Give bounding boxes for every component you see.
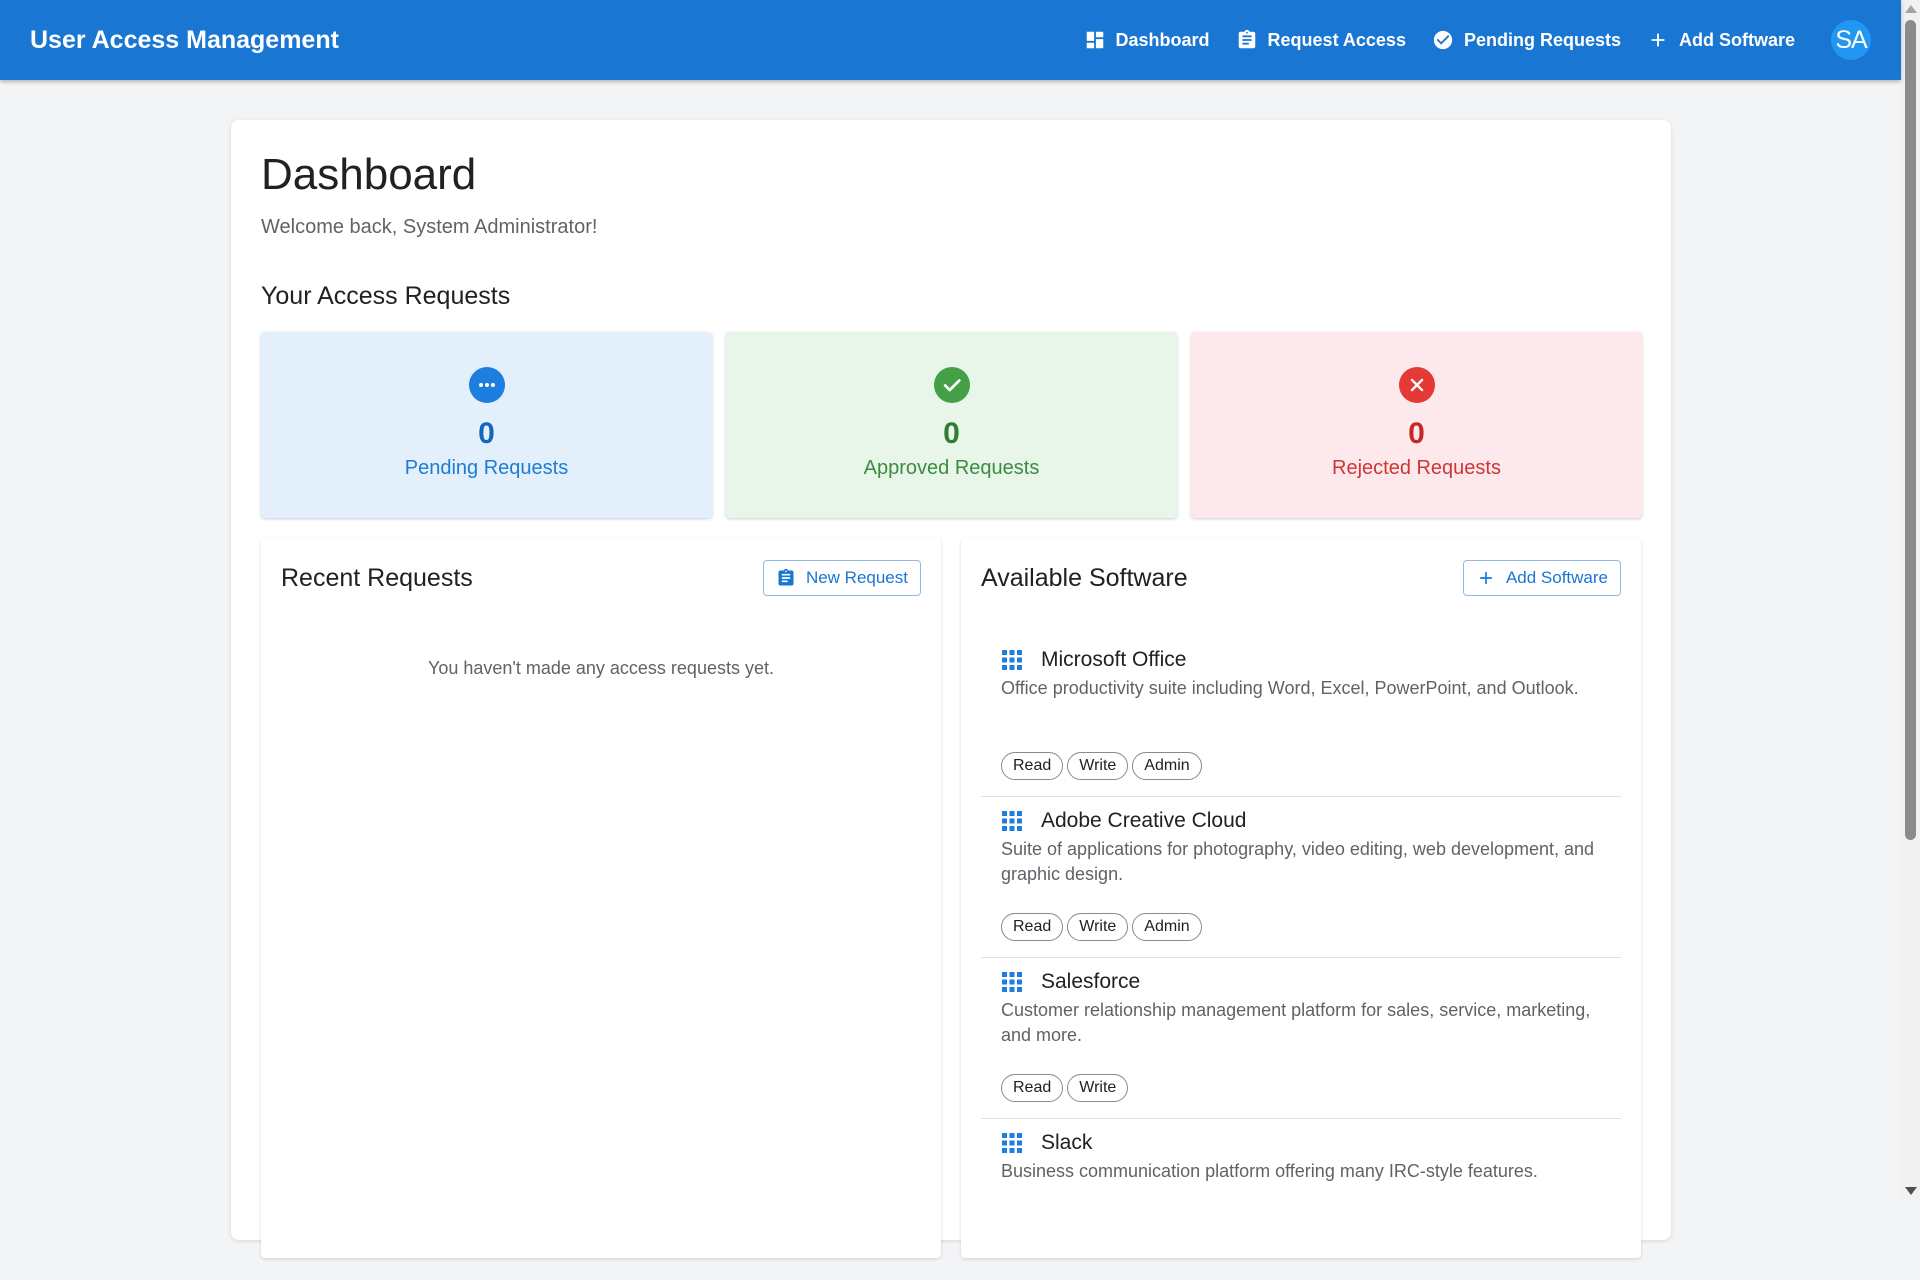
permission-chip: Read [1001, 752, 1064, 780]
stat-card-approved[interactable]: 0 Approved Requests [726, 332, 1177, 518]
nav-dashboard-label: Dashboard [1115, 29, 1210, 50]
dashboard-icon [1086, 31, 1103, 49]
clipboard-icon [778, 568, 794, 586]
nav-pending-requests-label: Pending Requests [1463, 29, 1621, 50]
nav-add-software-label: Add Software [1678, 29, 1795, 50]
software-description: Office productivity suite including Word… [1001, 678, 1579, 698]
software-description: Customer relationship management platfor… [1001, 1000, 1591, 1045]
nav-request-access-label: Request Access [1267, 29, 1406, 50]
pending-label: Pending Requests [404, 457, 569, 479]
recent-requests-title: Recent Requests [281, 564, 473, 592]
scroll-down-arrow-icon[interactable] [1905, 1187, 1917, 1195]
list-item[interactable]: Microsoft Office Office productivity sui… [981, 636, 1621, 797]
list-item[interactable]: Salesforce Customer relationship managem… [981, 958, 1621, 1119]
more-horiz-icon [468, 367, 505, 403]
permission-chips: Read Write Admin [1001, 752, 1206, 780]
available-software-title: Available Software [981, 564, 1188, 592]
software-name: Salesforce [1041, 970, 1141, 993]
close-icon [1398, 367, 1435, 403]
check-icon [933, 367, 970, 403]
software-name: Slack [1041, 1131, 1093, 1154]
clipboard-icon [1238, 29, 1255, 49]
permission-chips: Read Write Admin [1001, 913, 1206, 941]
empty-requests-message: You haven't made any access requests yet… [428, 658, 774, 678]
permission-chip: Read [1001, 913, 1064, 941]
recent-requests-panel: Recent Requests New Request You haven't … [261, 538, 941, 1258]
stat-card-rejected[interactable]: 0 Rejected Requests [1191, 332, 1642, 518]
software-description: Suite of applications for photography, v… [1001, 839, 1595, 884]
list-item[interactable]: Adobe Creative Cloud Suite of applicatio… [981, 797, 1621, 958]
rejected-count: 0 [1408, 417, 1425, 450]
approved-count: 0 [943, 417, 960, 450]
add-software-button[interactable]: Add Software [1462, 560, 1621, 596]
nav-request-access[interactable]: Request Access [1236, 29, 1406, 51]
avatar[interactable]: SA [1831, 20, 1871, 60]
new-request-button[interactable]: New Request [762, 560, 921, 596]
software-name: Adobe Creative Cloud [1041, 809, 1247, 832]
nav-dashboard[interactable]: Dashboard [1084, 29, 1210, 51]
check-circle-icon [1433, 30, 1453, 50]
permission-chip: Write [1067, 1074, 1129, 1102]
permission-chip: Write [1067, 752, 1129, 780]
section-title-access-requests: Your Access Requests [261, 282, 511, 310]
app-title[interactable]: User Access Management [30, 26, 339, 55]
scroll-thumb[interactable] [1905, 20, 1916, 840]
rejected-label: Rejected Requests [1332, 457, 1501, 479]
permission-chip: Read [1001, 1074, 1064, 1102]
permission-chip: Write [1067, 913, 1129, 941]
welcome-message: Welcome back, System Administrator! [261, 216, 598, 238]
software-name: Microsoft Office [1041, 648, 1187, 671]
pending-count: 0 [478, 417, 495, 450]
apps-icon [1002, 1133, 1022, 1153]
permission-chips: Read Write [1001, 1074, 1132, 1102]
apps-icon [1002, 972, 1022, 992]
permission-chip: Admin [1132, 752, 1202, 780]
new-request-label: New Request [805, 568, 908, 587]
nav-pending-requests[interactable]: Pending Requests [1432, 29, 1621, 51]
permission-chip: Admin [1132, 913, 1202, 941]
stat-card-pending[interactable]: 0 Pending Requests [261, 332, 712, 518]
page-title: Dashboard [261, 150, 477, 199]
plus-icon [1651, 33, 1665, 47]
approved-label: Approved Requests [863, 457, 1040, 479]
scroll-up-arrow-icon[interactable] [1905, 5, 1917, 13]
apps-icon [1002, 811, 1022, 831]
software-list: Microsoft Office Office productivity sui… [981, 636, 1621, 1280]
nav-add-software[interactable]: Add Software [1647, 29, 1795, 51]
add-software-label: Add Software [1505, 568, 1608, 587]
app-bar: User Access Management Dashboard Request… [0, 0, 1901, 80]
software-description: Business communication platform offering… [1001, 1161, 1538, 1181]
dashboard-card: Dashboard Welcome back, System Administr… [231, 120, 1671, 1258]
plus-icon [1480, 572, 1492, 584]
page-scrollbar[interactable] [1901, 0, 1920, 1200]
main-nav: Dashboard Request Access Pending Request… [1058, 0, 1871, 80]
available-software-panel: Available Software Add Software Microsof… [961, 538, 1641, 1258]
apps-icon [1002, 650, 1022, 670]
